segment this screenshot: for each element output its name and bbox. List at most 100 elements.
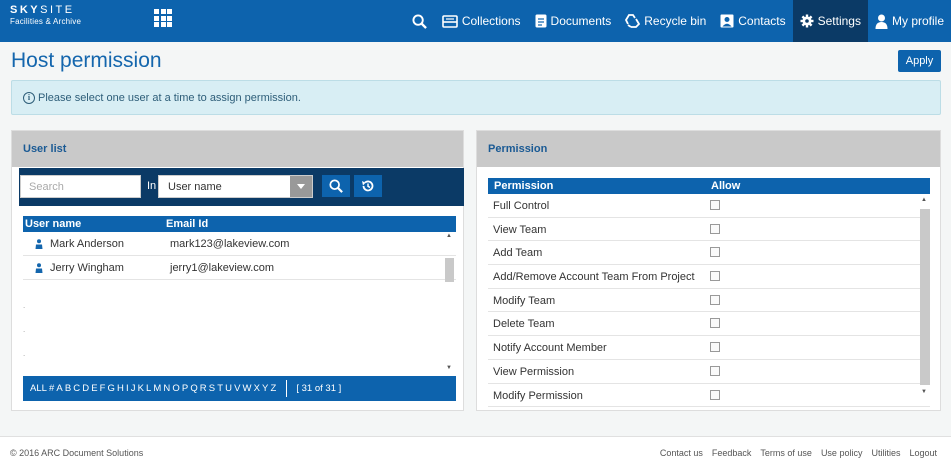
user-list-scrollbar[interactable]: ▲ ▼ <box>444 231 455 376</box>
user-icon <box>35 262 43 273</box>
search-icon[interactable] <box>405 0 435 42</box>
alpha-filter-letter[interactable]: K <box>138 383 144 394</box>
scroll-thumb[interactable] <box>920 209 930 385</box>
app-logo[interactable]: SKYSITE Facilities & Archive <box>10 4 81 27</box>
scroll-down-icon[interactable]: ▼ <box>921 389 927 395</box>
scroll-up-icon[interactable]: ▲ <box>446 233 452 239</box>
scroll-thumb[interactable] <box>445 258 454 282</box>
reset-search-button[interactable] <box>354 175 382 197</box>
permission-row: Delete Team <box>488 312 930 337</box>
footer-link[interactable]: Logout <box>909 448 937 458</box>
permission-row: Add Team <box>488 241 930 266</box>
alpha-filter-letter[interactable]: L <box>146 383 151 394</box>
alpha-filter-letter[interactable]: D <box>82 383 89 394</box>
chevron-down-icon <box>290 176 312 197</box>
alpha-filter-letter[interactable]: X <box>254 383 260 394</box>
search-icon <box>329 179 343 193</box>
permission-row: View Permission <box>488 360 930 384</box>
allow-checkbox[interactable] <box>710 342 720 353</box>
alpha-filter-letter[interactable]: J <box>131 383 136 394</box>
alpha-filter-letter[interactable]: Q <box>190 383 197 394</box>
allow-checkbox[interactable] <box>710 365 720 376</box>
permission-label: Notify Account Member <box>493 342 607 355</box>
app-grid-icon[interactable] <box>154 9 172 27</box>
permission-row: Full Control <box>488 194 930 218</box>
permission-row: Notify Account Member <box>488 336 930 360</box>
scroll-down-icon[interactable]: ▼ <box>446 365 452 371</box>
footer-link[interactable]: Contact us <box>660 448 703 458</box>
gear-icon <box>800 14 814 28</box>
alpha-filter-letter[interactable]: T <box>217 383 223 394</box>
alpha-filter-letter[interactable]: R <box>200 383 207 394</box>
allow-checkbox[interactable] <box>710 247 720 258</box>
permission-label: Modify Team <box>493 294 556 307</box>
permission-label: Add Team <box>493 247 543 260</box>
alpha-filter-letter[interactable]: G <box>108 383 115 394</box>
alpha-filter-letter[interactable]: B <box>65 383 71 394</box>
alpha-filter-letter[interactable]: C <box>73 383 80 394</box>
top-nav-bar: SKYSITE Facilities & Archive Collections… <box>0 0 951 42</box>
nav-recycle-bin-label: Recycle bin <box>644 14 707 28</box>
nav-my-profile-label: My profile <box>891 14 944 28</box>
alpha-filter-letter[interactable]: S <box>209 383 215 394</box>
empty-row-marker: . <box>23 349 26 358</box>
alpha-filter-letter[interactable]: A <box>56 383 62 394</box>
alpha-filter-letter[interactable]: E <box>91 383 97 394</box>
user-table: User name Email Id Mark Anderson mark123… <box>23 216 456 280</box>
alpha-filter-letter[interactable]: W <box>243 383 252 394</box>
search-field-select[interactable]: User name <box>158 175 313 198</box>
allow-checkbox[interactable] <box>710 318 720 329</box>
user-search-input[interactable] <box>20 175 141 198</box>
page-footer: © 2016 ARC Document Solutions Contact us… <box>0 436 951 466</box>
alpha-filter-letter[interactable]: Z <box>270 383 276 394</box>
nav-collections-label: Collections <box>461 14 521 28</box>
user-search-button[interactable] <box>322 175 350 197</box>
alpha-filter-letter[interactable]: I <box>126 383 129 394</box>
permission-scrollbar[interactable]: ▲ ▼ <box>919 197 931 410</box>
user-table-header: User name Email Id <box>23 216 456 232</box>
allow-checkbox[interactable] <box>710 294 720 305</box>
permission-table: Permission Allow Full Control View Team Ad… <box>488 178 930 408</box>
in-label: In <box>147 180 157 192</box>
alpha-filter-letter[interactable]: U <box>225 383 232 394</box>
nav-collections[interactable]: Collections <box>435 0 528 42</box>
footer-link[interactable]: Feedback <box>712 448 752 458</box>
permission-row: Add/Remove Account Team From Project <box>488 265 930 289</box>
user-email: jerry1@lakeview.com <box>170 261 275 274</box>
nav-settings[interactable]: Settings <box>792 0 868 42</box>
allow-checkbox[interactable] <box>710 389 720 400</box>
allow-checkbox[interactable] <box>710 200 720 210</box>
permission-label: Modify Permission <box>493 389 583 402</box>
alpha-filter-letter[interactable]: M <box>153 383 161 394</box>
allow-checkbox[interactable] <box>710 223 720 234</box>
nav-recycle-bin[interactable]: Recycle bin <box>618 0 713 42</box>
nav-contacts[interactable]: Contacts <box>713 0 792 42</box>
info-message: Please select one user at a time to assi… <box>38 91 301 104</box>
column-header-email[interactable]: Email Id <box>166 218 208 230</box>
table-row[interactable]: Mark Anderson mark123@lakeview.com <box>23 232 456 256</box>
permission-row: View Team <box>488 218 930 242</box>
empty-row-marker: . <box>23 325 26 334</box>
column-header-user-name[interactable]: User name <box>25 218 81 230</box>
scroll-up-icon[interactable]: ▲ <box>921 197 927 203</box>
alpha-filter-all[interactable]: ALL <box>30 383 47 394</box>
alpha-filter-letter[interactable]: V <box>234 383 240 394</box>
user-list-panel: User list In User name User name Email I… <box>11 130 464 411</box>
footer-link[interactable]: Use policy <box>821 448 863 458</box>
allow-checkbox[interactable] <box>710 271 720 282</box>
alpha-filter-letter[interactable]: N <box>163 383 170 394</box>
nav-my-profile[interactable]: My profile <box>868 0 951 42</box>
alpha-filter-hash[interactable]: # <box>49 383 54 394</box>
footer-link[interactable]: Terms of use <box>760 448 812 458</box>
alpha-filter-letter[interactable]: F <box>100 383 106 394</box>
alpha-filter-letter[interactable]: O <box>172 383 179 394</box>
page-title: Host permission <box>11 49 162 72</box>
collections-icon <box>442 14 458 28</box>
footer-link[interactable]: Utilities <box>871 448 900 458</box>
alpha-filter-letter[interactable]: H <box>117 383 124 394</box>
alpha-filter-letter[interactable]: Y <box>262 383 268 394</box>
nav-documents[interactable]: Documents <box>528 0 619 42</box>
table-row[interactable]: Jerry Wingham jerry1@lakeview.com <box>23 256 456 280</box>
apply-button[interactable]: Apply <box>898 50 941 72</box>
alpha-filter-letter[interactable]: P <box>182 383 188 394</box>
